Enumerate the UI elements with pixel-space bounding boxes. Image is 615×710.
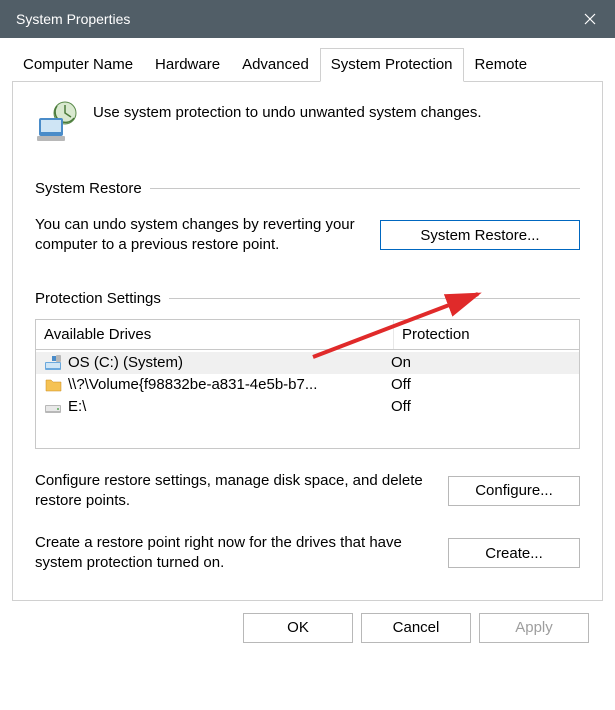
tab-system-protection[interactable]: System Protection — [320, 48, 464, 82]
intro-text: Use system protection to undo unwanted s… — [93, 100, 482, 121]
cancel-button[interactable]: Cancel — [361, 613, 471, 643]
system-restore-legend: System Restore — [35, 180, 142, 197]
divider — [150, 188, 580, 189]
tab-hardware[interactable]: Hardware — [144, 48, 231, 81]
drive-row[interactable]: \\?\Volume{f98832be-a831-4e5b-b7... Off — [36, 374, 579, 396]
window-titlebar: System Properties — [0, 0, 615, 38]
system-restore-button[interactable]: System Restore... — [380, 220, 580, 250]
divider — [169, 298, 580, 299]
configure-button[interactable]: Configure... — [448, 476, 580, 506]
dialog-body: Computer Name Hardware Advanced System P… — [0, 38, 615, 669]
drive-protection-status: On — [391, 354, 571, 371]
create-button[interactable]: Create... — [448, 538, 580, 568]
window-title: System Properties — [16, 11, 567, 27]
drive-protection-status: Off — [391, 398, 571, 415]
system-restore-description: You can undo system changes by reverting… — [35, 215, 362, 256]
tabs-strip: Computer Name Hardware Advanced System P… — [12, 48, 603, 82]
window-close-button[interactable] — [567, 0, 613, 38]
drive-name: \\?\Volume{f98832be-a831-4e5b-b7... — [68, 376, 391, 393]
drive-row[interactable]: E:\ Off — [36, 396, 579, 418]
close-icon — [584, 13, 596, 25]
intro-row: Use system protection to undo unwanted s… — [35, 100, 580, 144]
drives-table-body: OS (C:) (System) On \\?\Volume{f98832be-… — [36, 350, 579, 448]
os-drive-icon — [44, 354, 64, 372]
system-restore-icon — [35, 100, 79, 144]
tab-panel-system-protection: Use system protection to undo unwanted s… — [12, 82, 603, 601]
apply-button[interactable]: Apply — [479, 613, 589, 643]
tab-remote[interactable]: Remote — [464, 48, 539, 81]
drive-protection-status: Off — [391, 376, 571, 393]
create-row: Create a restore point right now for the… — [35, 533, 580, 574]
fieldset-protection-settings: Protection Settings Available Drives Pro… — [35, 290, 580, 574]
create-description: Create a restore point right now for the… — [35, 533, 434, 574]
configure-description: Configure restore settings, manage disk … — [35, 471, 434, 512]
fieldset-system-restore: System Restore You can undo system chang… — [35, 180, 580, 256]
column-header-drives[interactable]: Available Drives — [36, 320, 394, 349]
drive-row[interactable]: OS (C:) (System) On — [36, 352, 579, 374]
tab-advanced[interactable]: Advanced — [231, 48, 320, 81]
drive-name: E:\ — [68, 398, 391, 415]
dialog-button-bar: OK Cancel Apply — [12, 601, 603, 657]
protection-settings-legend: Protection Settings — [35, 290, 161, 307]
drives-table-header: Available Drives Protection — [36, 320, 579, 350]
drives-table: Available Drives Protection OS (C:) (Sys… — [35, 319, 580, 449]
ok-button[interactable]: OK — [243, 613, 353, 643]
folder-icon — [44, 376, 64, 394]
drive-icon — [44, 398, 64, 416]
column-header-protection[interactable]: Protection — [394, 320, 579, 349]
drive-name: OS (C:) (System) — [68, 354, 391, 371]
configure-row: Configure restore settings, manage disk … — [35, 471, 580, 512]
tab-computer-name[interactable]: Computer Name — [12, 48, 144, 81]
